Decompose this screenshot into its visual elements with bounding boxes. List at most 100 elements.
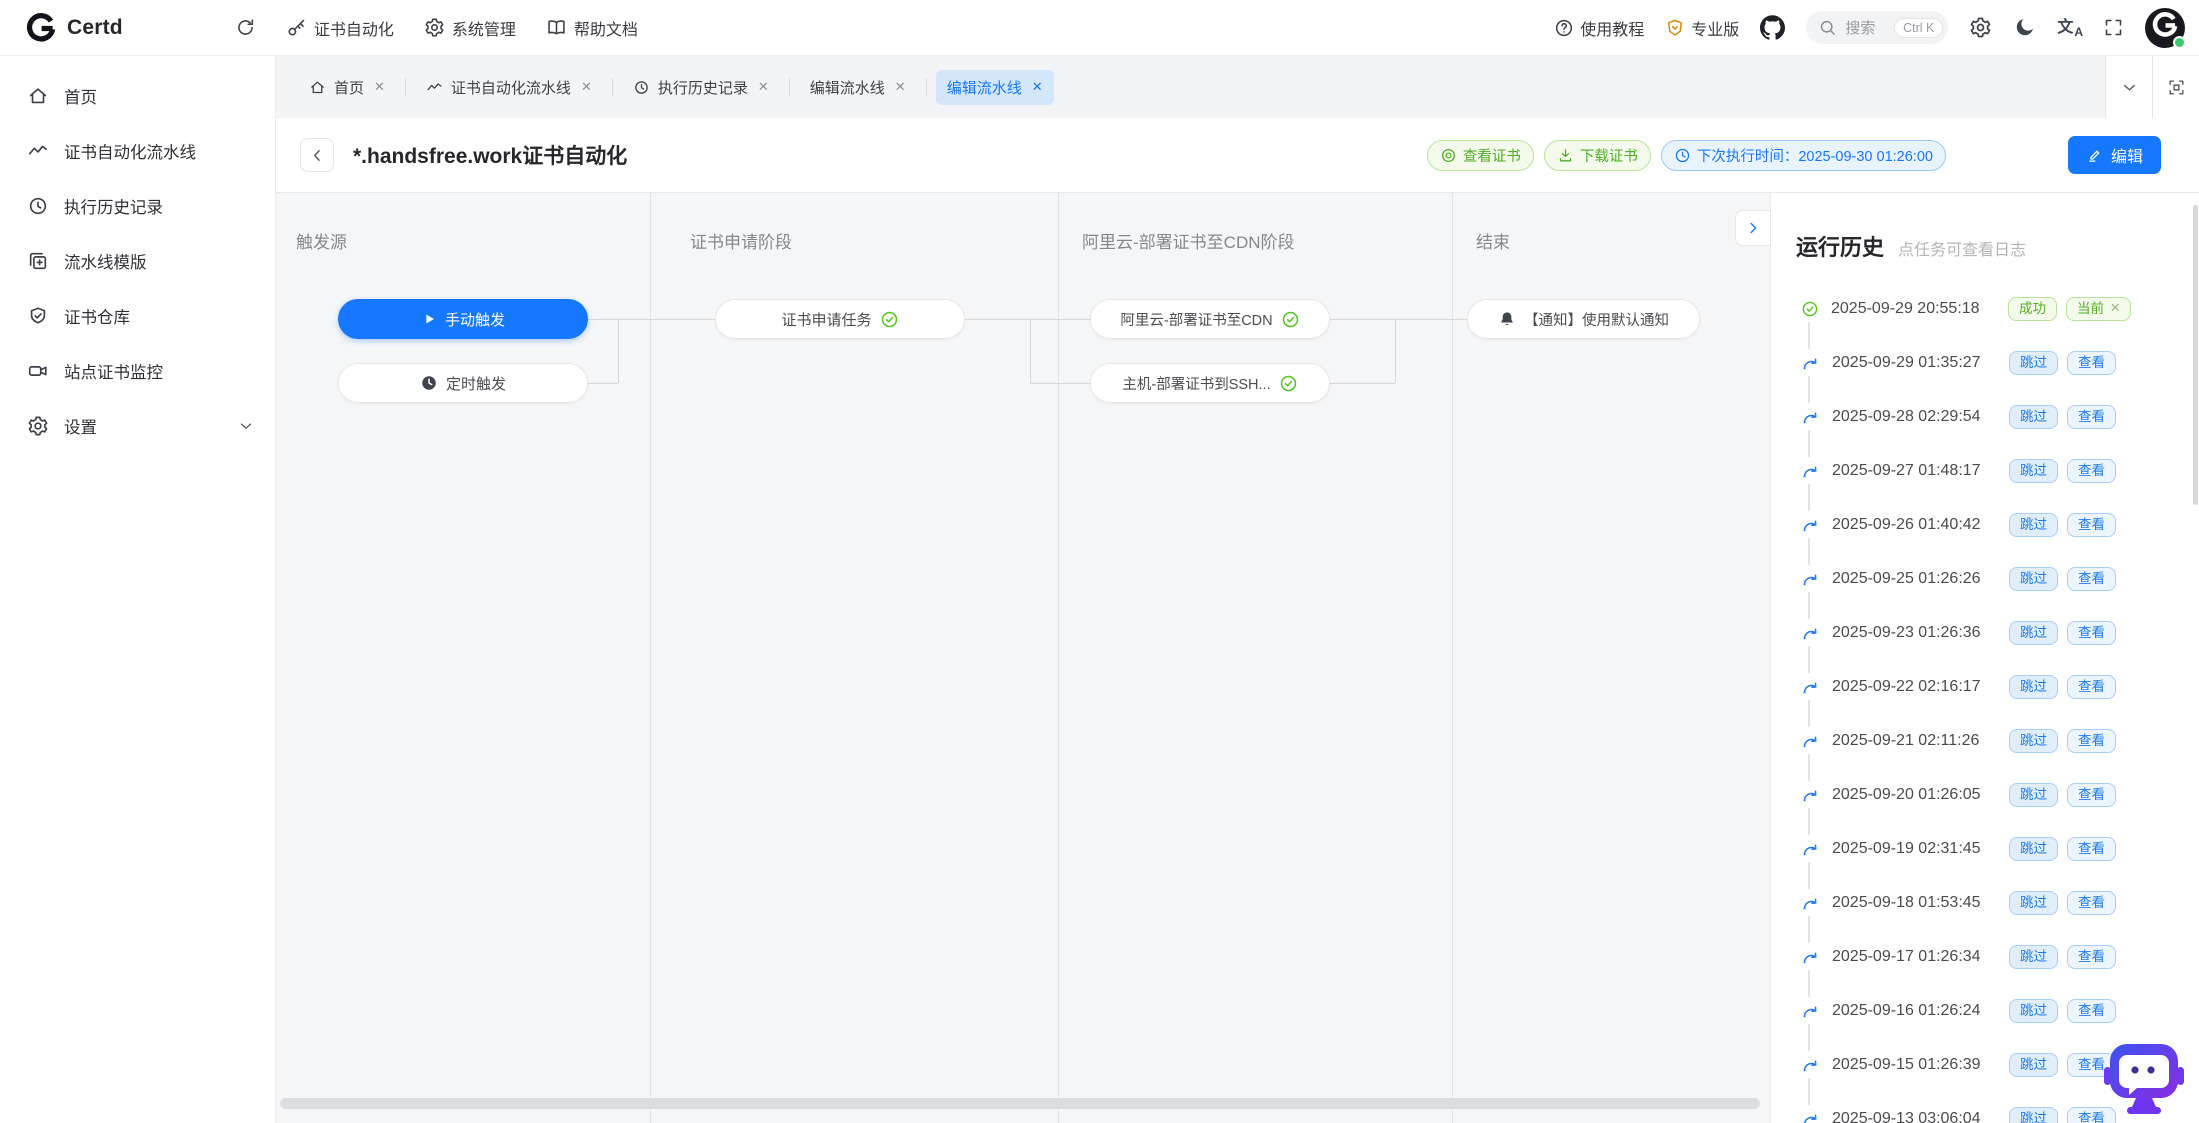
settings-gear-icon[interactable]: [1969, 16, 1992, 39]
sidebar-item-流水线模版[interactable]: 流水线模版: [0, 233, 275, 288]
run-timestamp: 2025-09-23 01:26:36: [1832, 624, 2009, 642]
sidebar-item-证书自动化流水线[interactable]: 证书自动化流水线: [0, 123, 275, 178]
skip-arrow-icon: [1801, 1002, 1820, 1021]
run-row: 2025-09-29 20:55:18成功当前✕: [1801, 295, 2193, 323]
tab-编辑流水线[interactable]: 编辑流水线✕: [799, 70, 917, 105]
refresh-icon[interactable]: [235, 17, 256, 38]
edit-pen-icon: [2086, 147, 2103, 164]
page-title: *.handsfree.work证书自动化: [353, 140, 627, 170]
tab-证书自动化流水线[interactable]: 证书自动化流水线✕: [415, 70, 603, 105]
view-log-button[interactable]: 查看: [2067, 459, 2116, 484]
certd-logo-icon: [26, 13, 56, 43]
stage-title-trigger: 触发源: [296, 228, 347, 253]
sidebar-item-证书仓库[interactable]: 证书仓库: [0, 288, 275, 343]
view-log-button[interactable]: 查看: [2067, 351, 2116, 376]
timeline-connector: [1808, 322, 1810, 349]
sidebar-item-设置[interactable]: 设置: [0, 398, 275, 453]
tab-close-icon[interactable]: ✕: [374, 79, 385, 95]
node-timer-trigger[interactable]: 定时触发: [338, 363, 588, 403]
close-icon[interactable]: ✕: [2110, 301, 2120, 317]
view-log-button[interactable]: 查看: [2067, 405, 2116, 430]
tab-separator: [789, 78, 790, 96]
view-log-button[interactable]: 查看: [2067, 513, 2116, 538]
help-tutorial-link[interactable]: 使用教程: [1554, 16, 1644, 40]
topnav-item[interactable]: 帮助文档: [546, 16, 638, 40]
brand[interactable]: Certd: [26, 13, 123, 43]
edit-button[interactable]: 编辑: [2068, 136, 2161, 174]
pipeline-canvas: 触发源 证书申请阶段 阿里云-部署证书至CDN阶段 结束 手动触发 定时触发 证…: [276, 193, 1770, 1123]
view-log-button[interactable]: 查看: [2067, 729, 2116, 754]
run-timestamp: 2025-09-21 02:11:26: [1832, 732, 2009, 750]
timeline-connector: [1808, 808, 1810, 835]
run-row: 2025-09-16 01:26:24跳过查看: [1801, 997, 2193, 1025]
dark-mode-moon-icon[interactable]: [2013, 16, 2036, 39]
timeline-connector: [1808, 538, 1810, 565]
next-run-time-badge: 下次执行时间：2025-09-30 01:26:00: [1661, 140, 1946, 171]
tab-dropdown-button[interactable]: [2105, 56, 2152, 118]
sidebar-item-执行历史记录[interactable]: 执行历史记录: [0, 178, 275, 233]
github-icon[interactable]: [1760, 15, 1785, 40]
tab-separator: [926, 78, 927, 96]
chat-robot-widget[interactable]: [2103, 1040, 2185, 1116]
sidebar-item-首页[interactable]: 首页: [0, 68, 275, 123]
status-badge-skipped: 跳过: [2009, 351, 2058, 376]
node-deploy-ssh[interactable]: 主机-部署证书到SSH...: [1090, 363, 1330, 403]
tab-strip: 首页✕ 证书自动化流水线✕ 执行历史记录✕ 编辑流水线✕ 编辑流水线✕: [276, 56, 2199, 118]
status-badge-skipped: 跳过: [2009, 405, 2058, 430]
download-cert-button[interactable]: 下载证书: [1544, 140, 1651, 171]
connector-line: [1330, 319, 1467, 320]
view-log-button[interactable]: 查看: [2067, 675, 2116, 700]
node-manual-trigger[interactable]: 手动触发: [338, 299, 588, 339]
node-notify[interactable]: 【通知】使用默认通知: [1467, 299, 1700, 339]
tab-separator: [405, 78, 406, 96]
tab-执行历史记录[interactable]: 执行历史记录✕: [622, 70, 780, 105]
timeline-connector: [1808, 754, 1810, 781]
topnav-item[interactable]: 系统管理: [424, 16, 516, 40]
view-log-button[interactable]: 查看: [2067, 891, 2116, 916]
connector-line: [1030, 383, 1090, 384]
vertical-scrollbar[interactable]: [2193, 205, 2198, 505]
vip-badge-icon: [1665, 18, 1685, 38]
run-row: 2025-09-23 01:26:36跳过查看: [1801, 619, 2193, 647]
sidebar-item-站点证书监控[interactable]: 站点证书监控: [0, 343, 275, 398]
node-cert-apply-task[interactable]: 证书申请任务: [715, 299, 965, 339]
template-icon: [27, 250, 49, 272]
view-log-button[interactable]: 查看: [2067, 999, 2116, 1024]
horizontal-scrollbar[interactable]: [280, 1098, 1760, 1109]
topnav-item[interactable]: 证书自动化: [286, 16, 394, 40]
tab-separator: [612, 78, 613, 96]
content-fullscreen-button[interactable]: [2152, 56, 2199, 118]
clock-icon: [1674, 147, 1691, 164]
pro-version-link[interactable]: 专业版: [1665, 16, 1739, 40]
tab-close-icon[interactable]: ✕: [581, 79, 592, 95]
view-log-button[interactable]: 查看: [2067, 621, 2116, 646]
collapse-panel-button[interactable]: [1735, 210, 1770, 246]
node-deploy-cdn[interactable]: 阿里云-部署证书至CDN: [1090, 299, 1330, 339]
skip-arrow-icon: [1801, 786, 1820, 805]
fullscreen-icon[interactable]: [2103, 17, 2124, 38]
connector-line: [965, 319, 1090, 320]
back-button[interactable]: [300, 138, 334, 172]
status-badge-skipped: 跳过: [2009, 1107, 2058, 1123]
search-input[interactable]: 搜索 Ctrl K: [1806, 11, 1948, 44]
view-log-button[interactable]: 查看: [2067, 837, 2116, 862]
download-icon: [1557, 147, 1574, 164]
view-cert-button[interactable]: 查看证书: [1427, 140, 1534, 171]
tab-编辑流水线-active[interactable]: 编辑流水线✕: [936, 70, 1054, 105]
tab-controls: [2105, 56, 2199, 118]
view-log-button[interactable]: 查看: [2067, 567, 2116, 592]
language-translate-icon[interactable]: 文A: [2057, 20, 2082, 36]
view-log-button[interactable]: 查看: [2067, 783, 2116, 808]
status-badge-skipped: 跳过: [2009, 675, 2058, 700]
tab-close-icon[interactable]: ✕: [1032, 79, 1043, 95]
user-avatar[interactable]: [2145, 8, 2185, 48]
timeline-connector: [1808, 1024, 1810, 1051]
timeline-connector: [1808, 970, 1810, 997]
run-row: 2025-09-17 01:26:34跳过查看: [1801, 943, 2193, 971]
run-history-title: 运行历史: [1796, 230, 1884, 262]
tab-close-icon[interactable]: ✕: [895, 79, 906, 95]
run-timestamp: 2025-09-17 01:26:34: [1832, 948, 2009, 966]
tab-首页[interactable]: 首页✕: [298, 70, 396, 105]
view-log-button[interactable]: 查看: [2067, 945, 2116, 970]
tab-close-icon[interactable]: ✕: [758, 79, 769, 95]
